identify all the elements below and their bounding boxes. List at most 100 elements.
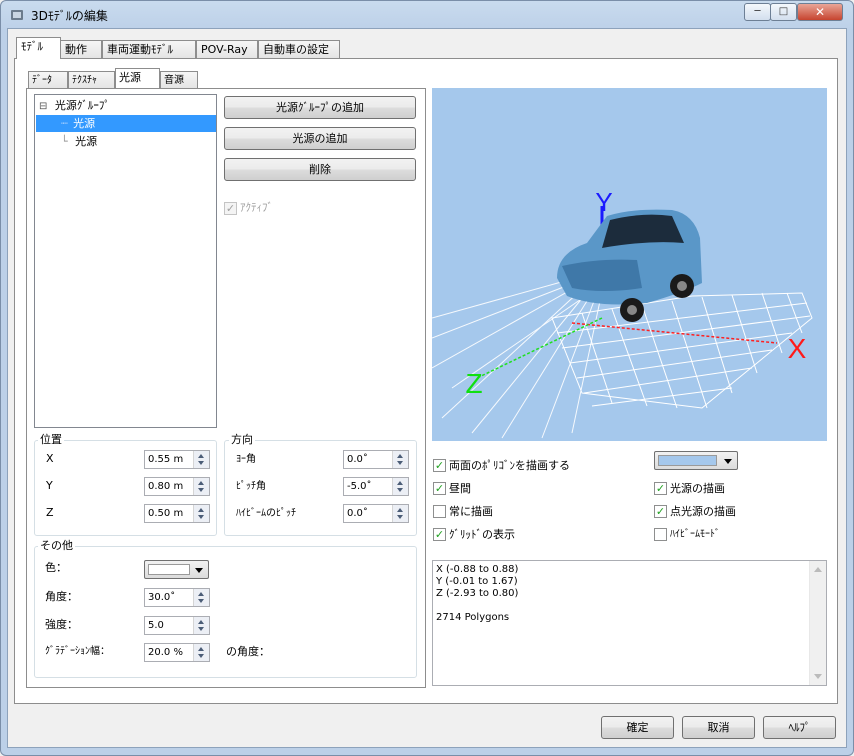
background-color-combo[interactable]	[654, 451, 738, 470]
tab-model[interactable]: ﾓﾃﾞﾙ	[16, 37, 61, 59]
highbeam-mode-label: ﾊｲﾋﾞｰﾑﾓｰﾄﾞ	[670, 529, 720, 540]
y-axis-label: Y	[595, 187, 612, 217]
scene-canvas[interactable]: Y X Z	[432, 88, 827, 441]
position-z-spinner[interactable]: 0.50 m	[144, 504, 210, 523]
info-line-x: X (-0.88 to 0.88)	[436, 564, 519, 575]
minimize-button[interactable]: ─	[744, 3, 771, 21]
tab-motion[interactable]: 動作	[60, 40, 102, 59]
maximize-button[interactable]: □	[770, 3, 797, 21]
info-scrollbar[interactable]	[809, 561, 826, 685]
active-checkbox[interactable]: ✓	[224, 202, 237, 215]
highbeam-mode-checkbox[interactable]	[654, 528, 667, 541]
daytime-label: 昼間	[449, 482, 471, 495]
position-x-value: 0.55 m	[148, 454, 184, 465]
position-y-value: 0.80 m	[148, 481, 184, 492]
ok-button[interactable]: 確定	[601, 716, 674, 739]
help-button[interactable]: ﾍﾙﾌﾟ	[763, 716, 836, 739]
app-icon	[11, 10, 23, 20]
window-title: 3Dﾓﾃﾞﾙの編集	[31, 9, 108, 23]
draw-lights-label: 光源の描画	[670, 482, 725, 495]
show-grid-checkbox[interactable]: ✓	[433, 528, 446, 541]
subtab-light[interactable]: 光源	[115, 68, 160, 88]
color-label: 色：	[45, 561, 67, 574]
tree-item-label: 光源	[75, 135, 98, 148]
daytime-checkbox[interactable]: ✓	[433, 482, 446, 495]
scroll-down-icon[interactable]	[814, 674, 822, 679]
tree-item-label: 光源	[73, 117, 96, 130]
double-sided-checkbox[interactable]: ✓	[433, 459, 446, 472]
color-swatch	[148, 564, 190, 575]
draw-lights-checkbox[interactable]: ✓	[654, 482, 667, 495]
subtab-texture[interactable]: ﾃｸｽﾁｬ	[68, 71, 115, 89]
info-line-y: Y (-0.01 to 1.67)	[436, 576, 518, 587]
scroll-up-icon[interactable]	[814, 567, 822, 572]
tab-car-settings[interactable]: 自動車の設定	[258, 40, 340, 59]
spin-arrows-icon[interactable]	[193, 589, 209, 606]
close-button[interactable]: ✕	[797, 3, 843, 21]
z-axis-label: Z	[465, 368, 482, 399]
light-tree[interactable]: ⊟ 光源ｸﾞﾙｰﾌﾟ ┈ 光源 └ 光源	[34, 94, 217, 428]
light-color-combo[interactable]	[144, 560, 209, 579]
intensity-spinner[interactable]: 5.0	[144, 616, 210, 635]
spin-arrows-icon[interactable]	[392, 478, 408, 495]
yaw-value: 0.0˚	[347, 454, 368, 465]
add-light-group-button[interactable]: 光源ｸﾞﾙｰﾌﾟの追加	[224, 96, 416, 119]
draw-point-lights-checkbox[interactable]: ✓	[654, 505, 667, 518]
spin-arrows-icon[interactable]	[193, 451, 209, 468]
spin-arrows-icon[interactable]	[193, 617, 209, 634]
gradation-value: 20.0 %	[148, 647, 183, 658]
direction-group-title: 方向	[229, 433, 255, 446]
position-z-value: 0.50 m	[148, 508, 184, 519]
car-model	[557, 209, 702, 322]
tree-group-row[interactable]: ⊟ 光源ｸﾞﾙｰﾌﾟ	[39, 97, 110, 114]
always-draw-checkbox[interactable]	[433, 505, 446, 518]
tab-vehicle-dynamics[interactable]: 車両運動ﾓﾃﾞﾙ	[102, 40, 196, 59]
intensity-value: 5.0	[148, 620, 164, 631]
3d-viewport[interactable]: Y X Z	[432, 88, 827, 441]
gradation-label: ｸﾞﾗﾃﾞｰｼｮﾝ幅：	[45, 646, 110, 657]
other-group-title: その他	[38, 539, 75, 552]
highbeam-pitch-spinner[interactable]: 0.0˚	[343, 504, 409, 523]
spin-arrows-icon[interactable]	[193, 505, 209, 522]
spin-arrows-icon[interactable]	[193, 478, 209, 495]
dropdown-arrow-icon[interactable]	[724, 459, 732, 464]
tree-item-light-selected[interactable]: ┈ 光源	[36, 115, 216, 132]
pitch-spinner[interactable]: -5.0˚	[343, 477, 409, 496]
add-light-button[interactable]: 光源の追加	[224, 127, 416, 150]
x-axis-label: X	[788, 333, 807, 364]
subtab-sound[interactable]: 音源	[160, 71, 198, 89]
highbeam-pitch-value: 0.0˚	[347, 508, 368, 519]
spin-arrows-icon[interactable]	[193, 644, 209, 661]
delete-button[interactable]: 削除	[224, 158, 416, 181]
x-axis-line	[571, 322, 778, 344]
spin-arrows-icon[interactable]	[392, 451, 408, 468]
angle2-label: の角度：	[226, 645, 270, 658]
z-axis-line	[476, 317, 603, 379]
model-info-box[interactable]: X (-0.88 to 0.88) Y (-0.01 to 1.67) Z (-…	[432, 560, 827, 686]
spin-arrows-icon[interactable]	[392, 505, 408, 522]
y-label: Y	[46, 479, 53, 492]
collapse-icon[interactable]: ⊟	[39, 101, 47, 112]
tree-item-light[interactable]: └ 光源	[36, 133, 97, 150]
angle-spinner[interactable]: 30.0˚	[144, 588, 210, 607]
angle-value: 30.0˚	[148, 592, 176, 603]
subtab-data[interactable]: ﾃﾞｰﾀ	[28, 71, 68, 89]
angle-label: 角度：	[45, 590, 78, 603]
title-bar[interactable]: 3Dﾓﾃﾞﾙの編集 ─ □ ✕	[1, 1, 853, 29]
position-x-spinner[interactable]: 0.55 m	[144, 450, 210, 469]
tab-povray[interactable]: POV-Ray	[196, 40, 258, 59]
z-label: Z	[46, 506, 54, 519]
yaw-label: ﾖｰ角	[236, 454, 256, 465]
yaw-spinner[interactable]: 0.0˚	[343, 450, 409, 469]
info-line-polygons: 2714 Polygons	[436, 612, 510, 623]
draw-point-lights-label: 点光源の描画	[670, 505, 736, 518]
active-label: ｱｸﾃｨﾌﾞ	[240, 201, 273, 214]
color-swatch	[658, 455, 717, 466]
position-y-spinner[interactable]: 0.80 m	[144, 477, 210, 496]
x-label: X	[46, 452, 54, 465]
cancel-button[interactable]: 取消	[682, 716, 755, 739]
gradation-spinner[interactable]: 20.0 %	[144, 643, 210, 662]
dropdown-arrow-icon[interactable]	[195, 568, 203, 573]
always-draw-label: 常に描画	[449, 505, 493, 518]
tree-group-label: 光源ｸﾞﾙｰﾌﾟ	[54, 99, 110, 112]
